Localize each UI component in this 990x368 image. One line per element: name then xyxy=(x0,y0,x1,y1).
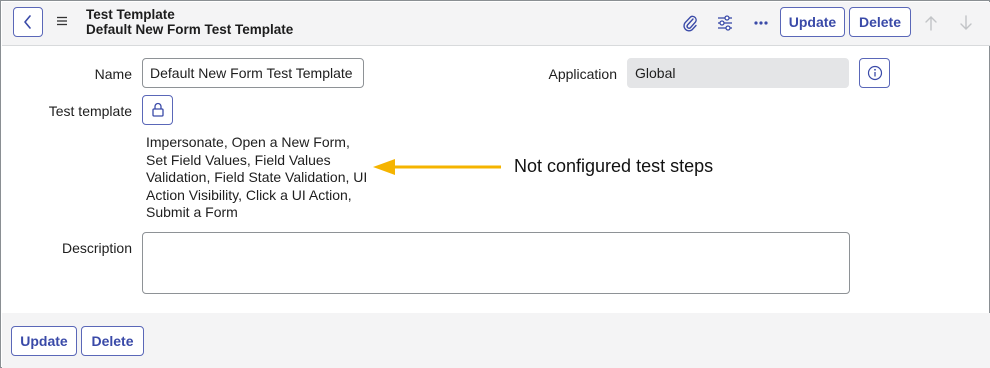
menu-icon[interactable] xyxy=(55,14,69,28)
test-template-label: Test template xyxy=(48,103,132,119)
more-icon[interactable] xyxy=(751,13,771,33)
arrow-up-icon[interactable] xyxy=(921,13,941,33)
name-label: Name xyxy=(94,66,132,82)
form-header: Test Template Default New Form Test Temp… xyxy=(2,2,990,46)
name-field[interactable]: Default New Form Test Template xyxy=(142,58,364,88)
application-field: Global xyxy=(627,58,849,88)
record-name-title: Default New Form Test Template xyxy=(86,22,294,37)
attachment-icon[interactable] xyxy=(680,13,700,33)
description-label: Description xyxy=(61,240,132,256)
form-window: Test Template Default New Form Test Temp… xyxy=(0,0,990,368)
annotation-arrow-icon xyxy=(373,159,501,175)
form-footer: Update Delete xyxy=(2,313,990,368)
info-icon xyxy=(867,65,882,81)
settings-sliders-icon[interactable] xyxy=(715,13,735,33)
description-field[interactable] xyxy=(142,232,850,294)
info-button[interactable] xyxy=(859,58,890,88)
unlock-button[interactable] xyxy=(142,95,173,125)
footer-delete-button[interactable]: Delete xyxy=(81,326,144,356)
back-button[interactable] xyxy=(13,7,43,37)
header-delete-button[interactable]: Delete xyxy=(849,7,911,37)
page-title: Test Template Default New Form Test Temp… xyxy=(86,7,293,37)
application-label: Application xyxy=(548,66,618,82)
arrow-down-icon[interactable] xyxy=(956,13,976,33)
record-type-title: Test Template xyxy=(86,7,175,22)
lock-icon xyxy=(151,102,164,117)
annotation-text: Not configured test steps xyxy=(514,156,714,176)
back-icon xyxy=(24,15,31,29)
test-steps-text: Impersonate, Open a New Form, Set Field … xyxy=(146,134,368,220)
header-update-button[interactable]: Update xyxy=(780,7,845,37)
footer-update-button[interactable]: Update xyxy=(11,326,77,356)
